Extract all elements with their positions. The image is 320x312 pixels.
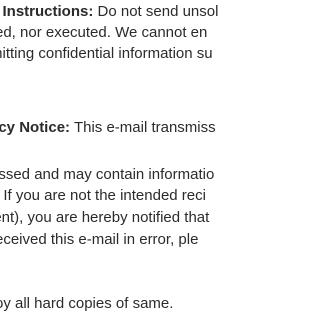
privacy-line-3: ). If you are not the intended reci — [0, 186, 206, 206]
email-disclaimer: e Instructions: Do not send unsol red, n… — [0, 0, 308, 312]
privacy-text-1: This e-mail transmiss — [70, 119, 216, 136]
privacy-text-3: ). If you are not the intended reci — [0, 187, 206, 204]
privacy-text-2: essed and may contain informatio — [0, 166, 215, 183]
privacy-text-5: received this e-mail in error, ple — [0, 231, 199, 248]
instructions-line-2: red, nor executed. We cannot en — [0, 23, 207, 43]
privacy-line-6: roy all hard copies of same. — [0, 294, 173, 312]
privacy-line-4: ient), you are hereby notified that — [0, 208, 209, 228]
instructions-text-2: red, nor executed. We cannot en — [0, 24, 208, 41]
instructions-text-1: Do not send unsol — [93, 3, 219, 20]
instructions-line-1: e Instructions: Do not send unsol — [0, 2, 218, 22]
privacy-line-2: essed and may contain informatio — [0, 165, 214, 185]
instructions-heading: e Instructions: — [0, 3, 94, 20]
instructions-line-3: mitting confidential information su — [0, 44, 213, 64]
privacy-text-4: ient), you are hereby notified that — [0, 209, 210, 226]
instructions-text-3: mitting confidential information su — [0, 45, 213, 62]
privacy-line-5: received this e-mail in error, ple — [0, 230, 198, 250]
privacy-heading: acy Notice: — [0, 119, 71, 136]
privacy-text-6: roy all hard copies of same. — [0, 295, 174, 312]
privacy-line-1: acy Notice: This e-mail transmiss — [0, 118, 216, 138]
